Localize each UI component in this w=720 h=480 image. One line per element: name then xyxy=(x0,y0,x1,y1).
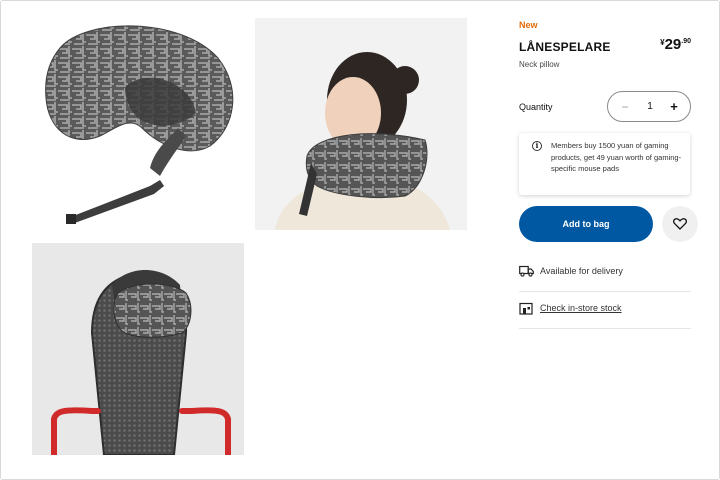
product-description: Neck pillow xyxy=(519,60,560,69)
model-wearing-pillow-illustration xyxy=(275,52,450,230)
add-to-bag-button[interactable]: Add to bag xyxy=(519,206,653,242)
gaming-chair-illustration xyxy=(51,270,231,455)
price-currency: ¥ xyxy=(660,38,665,47)
divider xyxy=(519,291,691,292)
product-image-model[interactable] xyxy=(255,18,467,230)
promo-text: Members buy 1500 yuan of gaming products… xyxy=(551,141,682,173)
product-image-chair[interactable] xyxy=(32,243,244,455)
check-in-store-stock-link[interactable]: Check in-store stock xyxy=(540,303,622,313)
favourite-button[interactable] xyxy=(662,206,698,242)
truck-icon xyxy=(519,265,534,277)
price-decimal: .90 xyxy=(681,38,691,45)
heart-icon xyxy=(673,218,687,230)
quantity-increase-button[interactable]: + xyxy=(665,97,683,117)
product-price: ¥29.90 xyxy=(659,36,691,54)
quantity-label: Quantity xyxy=(519,102,553,112)
quantity-stepper: − 1 + xyxy=(607,91,691,122)
divider xyxy=(519,328,691,329)
product-image-pillow[interactable] xyxy=(30,18,242,230)
neck-pillow-illustration xyxy=(45,25,234,224)
quantity-value[interactable]: 1 xyxy=(639,97,661,117)
in-store-stock: Check in-store stock xyxy=(519,298,691,322)
quantity-decrease-button[interactable]: − xyxy=(616,97,634,117)
new-badge: New xyxy=(519,20,538,30)
info-icon: i xyxy=(532,141,542,151)
price-integer: 29 xyxy=(664,36,682,53)
delivery-availability: Available for delivery xyxy=(519,261,691,285)
member-promo-card: i Members buy 1500 yuan of gaming produc… xyxy=(519,133,690,195)
delivery-label: Available for delivery xyxy=(540,266,623,276)
product-name: LÅNESPELARE xyxy=(519,40,611,54)
store-icon xyxy=(519,302,533,315)
